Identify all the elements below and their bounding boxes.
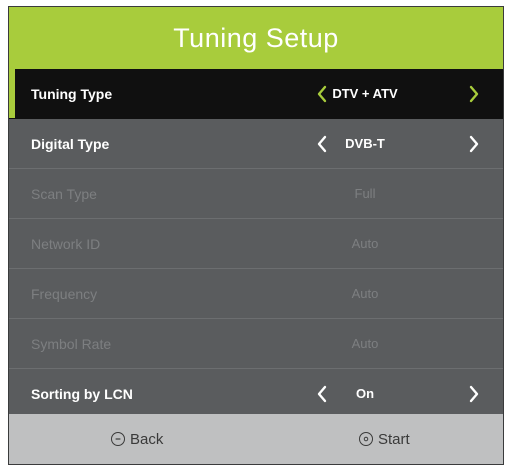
setting-row-tuning-type[interactable]: Tuning Type DTV + ATV [9,69,503,119]
menu-header: Tuning Setup [9,7,503,69]
setting-label: Scan Type [31,185,97,202]
setting-label: Frequency [31,285,98,302]
setting-value: Auto [351,236,379,251]
setting-label: Sorting by LCN [31,385,133,402]
setting-row-frequency: Frequency Auto [9,269,503,319]
back-key-icon [111,432,125,446]
tuning-setup-panel: Tuning Setup Tuning Type DTV + ATV Digit… [8,6,504,465]
setting-value: Full [354,186,376,201]
setting-label: Network ID [31,235,101,252]
setting-row-symbol-rate: Symbol Rate Auto [9,319,503,369]
start-button[interactable]: Start [359,431,410,448]
chevron-right-icon[interactable] [464,132,484,156]
setting-value: Auto [351,286,379,301]
setting-row-network-id: Network ID Auto [9,219,503,269]
back-button[interactable]: Back [111,431,163,448]
setting-label: Digital Type [31,135,110,152]
setting-value: DTV + ATV [332,86,398,101]
back-label: Back [130,430,164,448]
setting-value: Auto [351,336,379,351]
setting-row-scan-type: Scan Type Full [9,169,503,219]
start-label: Start [378,430,410,448]
setting-value: On [355,386,375,401]
setting-label: Symbol Rate [31,335,112,352]
menu-title: Tuning Setup [173,22,339,53]
chevron-right-icon[interactable] [464,382,484,406]
setting-label: Tuning Type [31,85,113,102]
ok-key-icon [359,432,373,446]
menu-footer: Back Start [9,414,503,464]
setting-value: DVB-T [345,136,385,151]
setting-row-digital-type[interactable]: Digital Type DVB-T [9,119,503,169]
settings-list: Tuning Type DTV + ATV Digital Type DVB-T… [9,69,503,419]
chevron-right-icon[interactable] [464,82,484,106]
setting-row-sorting-by-lcn[interactable]: Sorting by LCN On [9,369,503,419]
